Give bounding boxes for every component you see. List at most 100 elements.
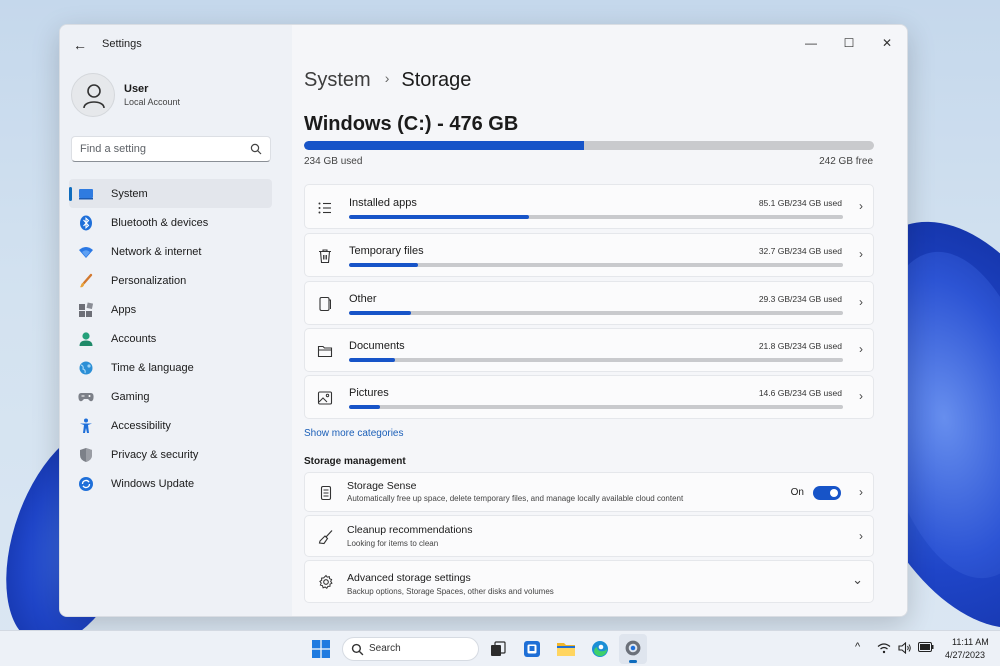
sidebar-item-bluetooth[interactable]: Bluetooth & devices [69,208,272,237]
sidebar-item-label: Personalization [111,274,187,287]
breadcrumb-separator: › [384,70,390,86]
task-view-icon [491,641,506,656]
storage-sense-card[interactable]: Storage Sense Automatically free up spac… [304,472,874,512]
clock-time[interactable]: 11:11 AM [952,637,989,647]
sidebar-item-label: System [111,187,148,200]
windows-logo-icon [312,640,330,658]
sidebar-item-personalization[interactable]: Personalization [69,266,272,295]
brush-icon [78,273,94,289]
settings-taskbar-button[interactable] [619,634,647,664]
settings-search [71,136,271,162]
file-explorer-button[interactable] [554,637,578,661]
sidebar-item-time-language[interactable]: Time & language [69,353,272,382]
taskbar-search[interactable]: Search [342,637,479,661]
category-card-documents[interactable]: Documents 21.8 GB/234 GB used › [304,328,874,372]
category-bar [349,263,843,267]
maximize-button[interactable]: ☐ [831,31,867,55]
gear-icon [319,574,333,590]
back-button[interactable]: ← [72,37,88,53]
advanced-title: Advanced storage settings [347,572,471,584]
sidebar-item-accessibility[interactable]: Accessibility [69,411,272,440]
sidebar-item-accounts[interactable]: Accounts [69,324,272,353]
sidebar-item-label: Privacy & security [111,448,199,461]
widgets-button[interactable] [520,637,544,661]
edge-button[interactable] [588,637,612,661]
sidebar-item-windows-update[interactable]: Windows Update [69,469,272,498]
sidebar-item-label: Time & language [111,361,194,374]
storage-sense-toggle[interactable] [813,486,841,500]
storage-sense-title: Storage Sense [347,480,417,492]
sidebar-item-privacy[interactable]: Privacy & security [69,440,272,469]
account-type: Local Account [124,97,181,107]
search-icon [351,643,364,656]
storage-sense-subtitle: Automatically free up space, delete temp… [347,494,684,503]
sidebar-item-network[interactable]: Network & internet [69,237,272,266]
sidebar: ← Settings User Local Account System [60,25,292,616]
drive-title: Windows (C:) - 476 GB [304,113,519,135]
drive-usage-fill [304,141,585,150]
category-size: 21.8 GB/234 GB used [758,341,842,351]
chevron-right-icon: › [859,342,863,356]
tray-overflow-icon[interactable]: ^ [855,641,860,653]
accounts-icon [78,331,94,347]
storage-sense-state: On [790,487,804,498]
category-bar-fill [349,215,529,219]
show-more-categories-link[interactable]: Show more categories [304,428,404,439]
sidebar-item-apps[interactable]: Apps [69,295,272,324]
category-size: 29.3 GB/234 GB used [758,294,842,304]
chevron-right-icon: › [859,529,863,543]
shield-icon [78,447,94,463]
sidebar-item-gaming[interactable]: Gaming [69,382,272,411]
category-size: 14.6 GB/234 GB used [758,388,842,398]
drive-used-label: 234 GB used [304,156,363,167]
search-icon[interactable] [250,143,262,155]
chevron-down-icon[interactable]: ⌄ [852,572,863,588]
taskbar-search-label: Search [369,643,401,654]
drive-icon [320,485,332,501]
sidebar-item-label: Accessibility [111,419,171,432]
volume-icon[interactable] [898,642,912,654]
category-bar-fill [349,263,418,267]
category-card-installed-apps[interactable]: Installed apps 85.1 GB/234 GB used › [304,184,874,229]
wifi-icon [78,244,94,260]
category-name: Other [349,293,377,305]
user-name: User [124,83,149,95]
toggle-knob [830,489,838,497]
category-card-pictures[interactable]: Pictures 14.6 GB/234 GB used › [304,375,874,419]
category-card-other[interactable]: Other 29.3 GB/234 GB used › [304,281,874,325]
category-name: Pictures [349,387,389,399]
sidebar-item-label: Accounts [111,332,157,345]
folder-icon [317,345,333,358]
category-card-temporary-files[interactable]: Temporary files 32.7 GB/234 GB used › [304,233,874,277]
avatar[interactable] [71,73,115,117]
minimize-button[interactable]: — [793,31,829,55]
advanced-subtitle: Backup options, Storage Spaces, other di… [347,587,554,596]
advanced-storage-settings-card[interactable]: Advanced storage settings Backup options… [304,560,874,603]
clock-date[interactable]: 4/27/2023 [945,650,985,660]
start-button[interactable] [309,637,333,661]
drive-free-label: 242 GB free [819,156,873,167]
trash-icon [319,249,331,264]
app-title: Settings [102,38,142,50]
bluetooth-icon [78,215,94,231]
page-title: Storage [401,69,472,91]
close-button[interactable]: ✕ [869,31,905,55]
settings-window: ← Settings User Local Account System [59,24,908,617]
title-bar: ← Settings [60,25,292,65]
broom-icon [318,530,333,545]
chevron-right-icon: › [859,295,863,309]
breadcrumb-parent[interactable]: System [304,69,371,91]
wifi-icon[interactable] [877,642,891,654]
gear-icon [625,640,641,656]
battery-icon[interactable] [918,642,934,652]
sidebar-item-label: Bluetooth & devices [111,216,209,229]
drive-usage-bar [304,141,874,150]
sidebar-item-system[interactable]: System [69,179,272,208]
image-icon [317,391,333,405]
task-view-button[interactable] [486,637,510,661]
cleanup-recommendations-card[interactable]: Cleanup recommendations Looking for item… [304,515,874,557]
sidebar-item-label: Network & internet [111,245,202,258]
search-input[interactable] [72,137,242,161]
chevron-right-icon: › [859,199,863,213]
file-icon [319,296,331,312]
